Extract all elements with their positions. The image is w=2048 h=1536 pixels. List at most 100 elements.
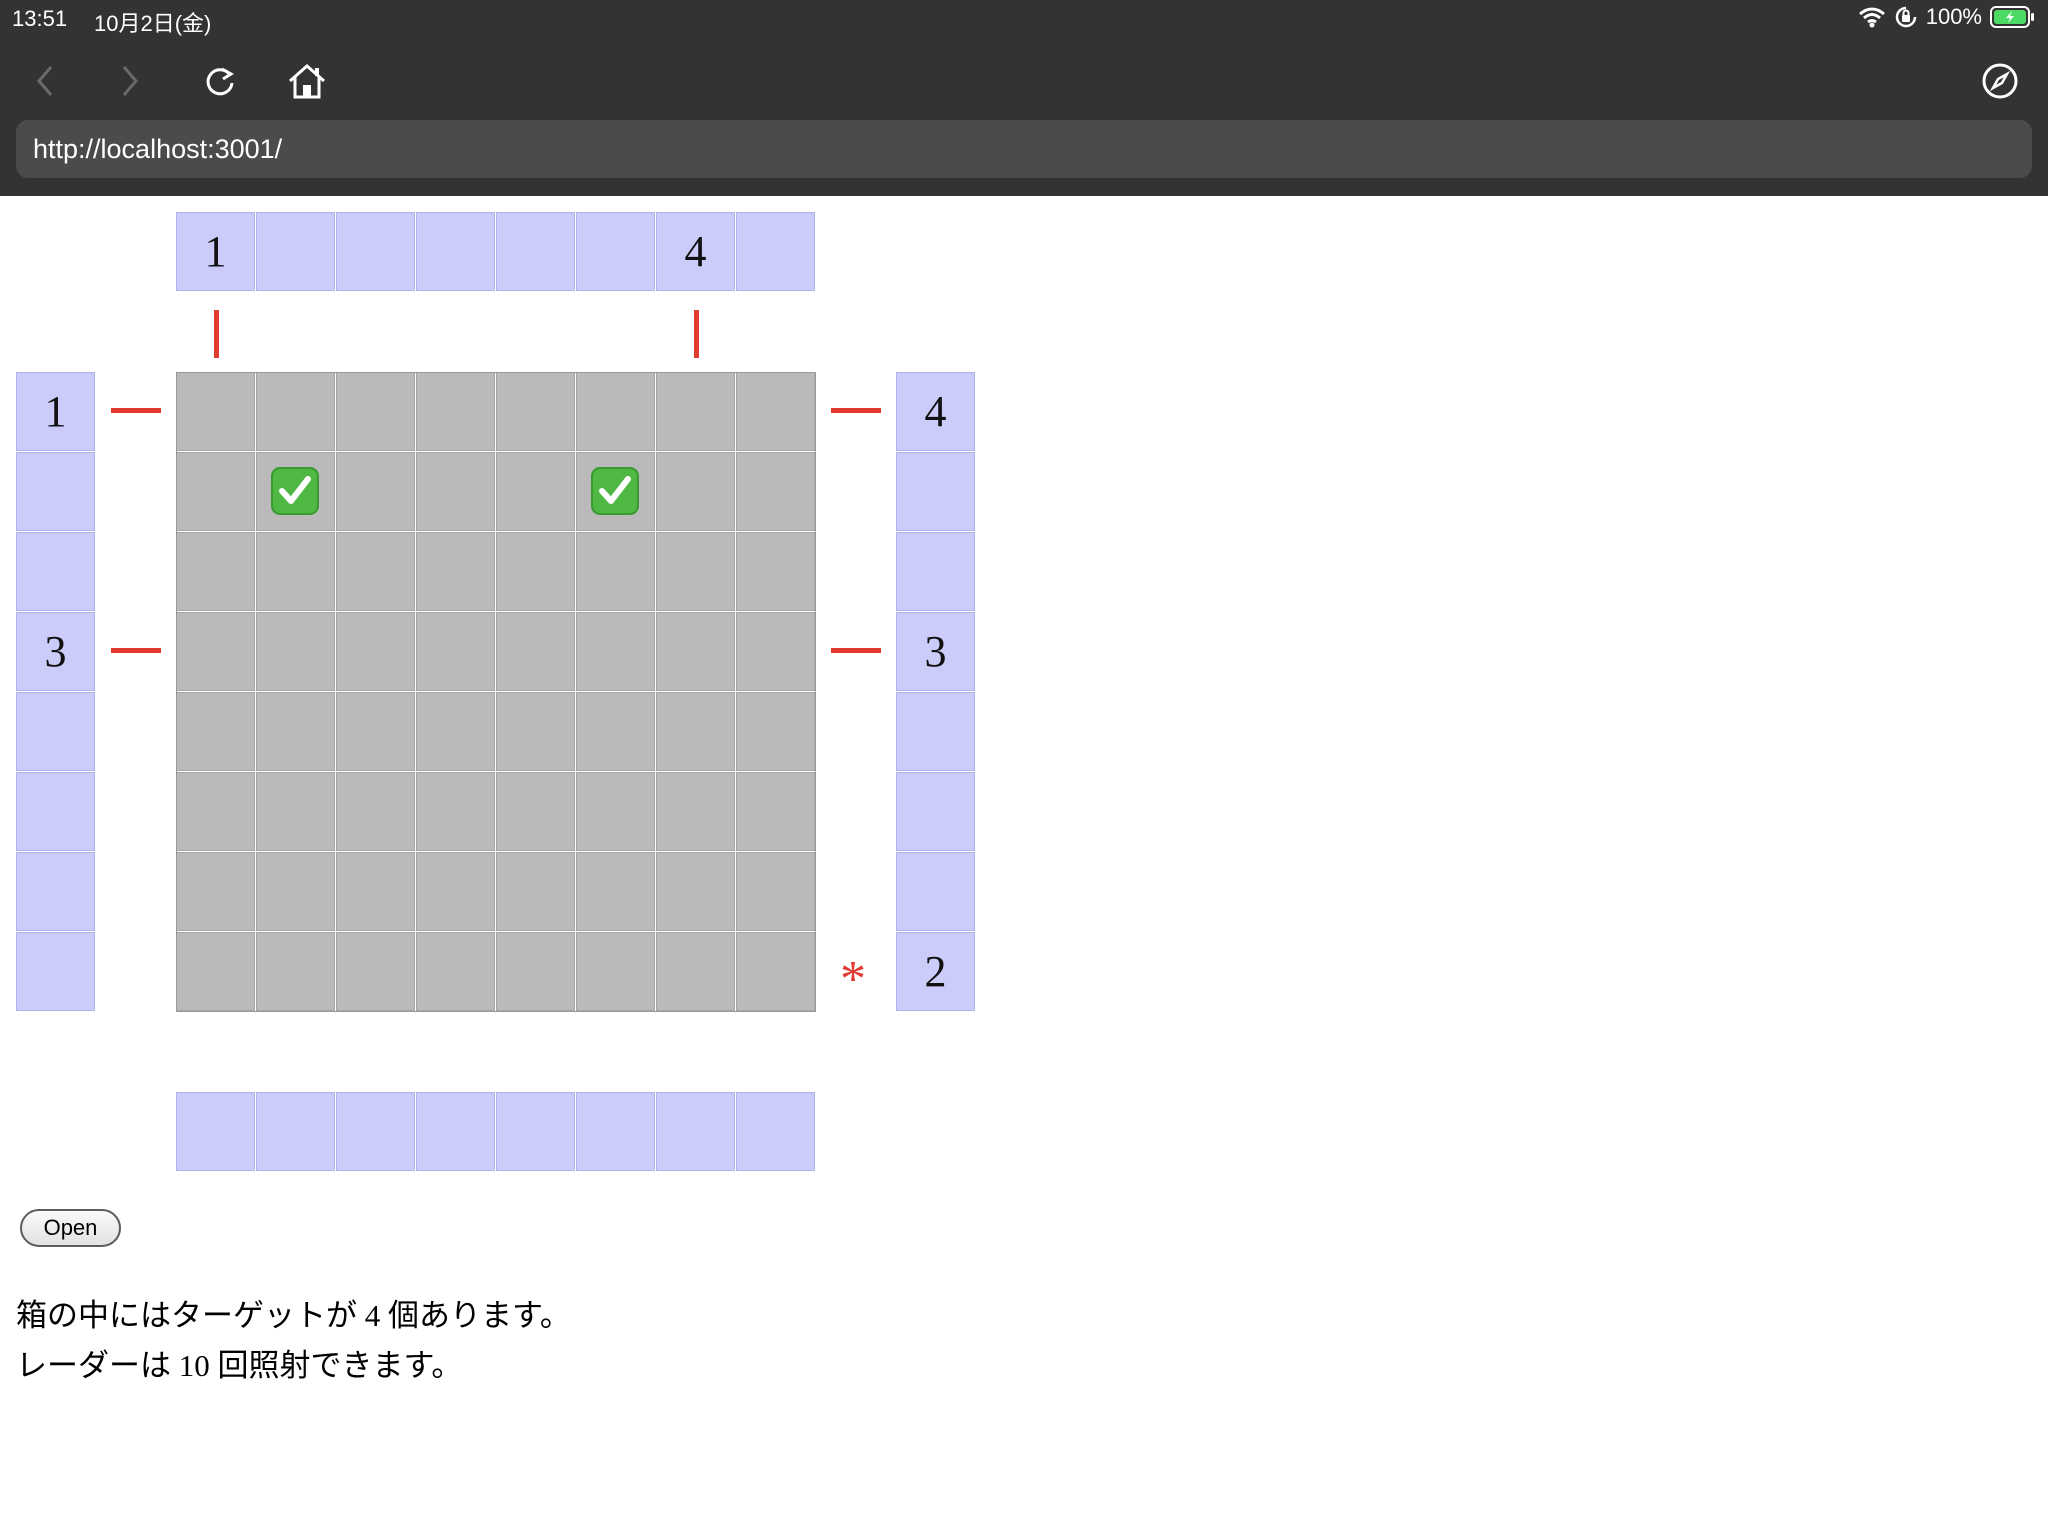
box-cell[interactable] bbox=[336, 612, 415, 691]
box-cell[interactable] bbox=[496, 612, 575, 691]
clue-top[interactable] bbox=[416, 212, 495, 291]
box-cell[interactable] bbox=[736, 772, 815, 851]
box-cell[interactable] bbox=[496, 452, 575, 531]
box-cell[interactable] bbox=[656, 532, 735, 611]
clue-left[interactable]: 1 bbox=[16, 372, 95, 451]
box-cell[interactable] bbox=[416, 372, 495, 451]
clue-top[interactable] bbox=[736, 212, 815, 291]
box-cell[interactable] bbox=[176, 452, 255, 531]
clue-right[interactable] bbox=[896, 692, 975, 771]
clue-right[interactable] bbox=[896, 532, 975, 611]
box-cell[interactable] bbox=[176, 852, 255, 931]
box-cell[interactable] bbox=[576, 932, 655, 1011]
clue-right[interactable] bbox=[896, 852, 975, 931]
clue-bottom[interactable] bbox=[416, 1092, 495, 1171]
home-button[interactable] bbox=[284, 58, 330, 104]
box-cell[interactable] bbox=[176, 532, 255, 611]
box-cell[interactable] bbox=[336, 932, 415, 1011]
box-cell[interactable] bbox=[576, 532, 655, 611]
box-cell[interactable] bbox=[416, 612, 495, 691]
clue-top[interactable]: 4 bbox=[656, 212, 735, 291]
clue-right[interactable]: 4 bbox=[896, 372, 975, 451]
box-cell[interactable] bbox=[496, 692, 575, 771]
box-cell[interactable] bbox=[656, 852, 735, 931]
box-cell[interactable] bbox=[336, 452, 415, 531]
box-cell[interactable] bbox=[256, 692, 335, 771]
box-cell[interactable] bbox=[656, 692, 735, 771]
box-cell[interactable] bbox=[256, 612, 335, 691]
box-cell[interactable] bbox=[736, 932, 815, 1011]
box-cell[interactable] bbox=[736, 372, 815, 451]
box-cell[interactable] bbox=[336, 532, 415, 611]
box-cell[interactable] bbox=[656, 372, 735, 451]
clue-right[interactable] bbox=[896, 772, 975, 851]
box-cell[interactable] bbox=[416, 532, 495, 611]
clue-right[interactable] bbox=[896, 452, 975, 531]
box-cell[interactable] bbox=[416, 692, 495, 771]
clue-left[interactable] bbox=[16, 772, 95, 851]
box-cell[interactable] bbox=[656, 612, 735, 691]
box-cell[interactable] bbox=[496, 532, 575, 611]
compass-button[interactable] bbox=[1977, 58, 2023, 104]
clue-top[interactable] bbox=[576, 212, 655, 291]
box-cell[interactable] bbox=[176, 772, 255, 851]
box-cell[interactable] bbox=[336, 692, 415, 771]
box-cell[interactable] bbox=[576, 452, 655, 531]
box-cell[interactable] bbox=[176, 692, 255, 771]
clue-bottom[interactable] bbox=[256, 1092, 335, 1171]
box-cell[interactable] bbox=[496, 932, 575, 1011]
box-cell[interactable] bbox=[576, 692, 655, 771]
box-cell[interactable] bbox=[736, 612, 815, 691]
box-cell[interactable] bbox=[176, 612, 255, 691]
box-cell[interactable] bbox=[656, 772, 735, 851]
box-cell[interactable] bbox=[416, 932, 495, 1011]
box-cell[interactable] bbox=[256, 772, 335, 851]
box-cell[interactable] bbox=[656, 932, 735, 1011]
clue-left[interactable] bbox=[16, 852, 95, 931]
box-cell[interactable] bbox=[576, 612, 655, 691]
box-cell[interactable] bbox=[256, 532, 335, 611]
clue-top[interactable] bbox=[336, 212, 415, 291]
box-cell[interactable] bbox=[336, 772, 415, 851]
box-cell[interactable] bbox=[416, 852, 495, 931]
clue-left[interactable] bbox=[16, 452, 95, 531]
clue-left[interactable] bbox=[16, 932, 95, 1011]
url-bar[interactable]: http://localhost:3001/ bbox=[16, 120, 2032, 178]
clue-top[interactable] bbox=[256, 212, 335, 291]
box-cell[interactable] bbox=[176, 372, 255, 451]
box-cell[interactable] bbox=[576, 372, 655, 451]
clue-bottom[interactable] bbox=[576, 1092, 655, 1171]
box-cell[interactable] bbox=[496, 372, 575, 451]
reload-button[interactable] bbox=[197, 58, 243, 104]
clue-left[interactable] bbox=[16, 692, 95, 771]
clue-bottom[interactable] bbox=[176, 1092, 255, 1171]
box-cell[interactable] bbox=[256, 852, 335, 931]
box-cell[interactable] bbox=[176, 932, 255, 1011]
clue-top[interactable]: 1 bbox=[176, 212, 255, 291]
clue-bottom[interactable] bbox=[496, 1092, 575, 1171]
box-cell[interactable] bbox=[576, 772, 655, 851]
box-cell[interactable] bbox=[336, 372, 415, 451]
box-cell[interactable] bbox=[736, 532, 815, 611]
box-cell[interactable] bbox=[256, 452, 335, 531]
box-cell[interactable] bbox=[496, 852, 575, 931]
box-cell[interactable] bbox=[336, 852, 415, 931]
clue-bottom[interactable] bbox=[336, 1092, 415, 1171]
box-cell[interactable] bbox=[656, 452, 735, 531]
clue-left[interactable]: 3 bbox=[16, 612, 95, 691]
clue-right[interactable]: 2 bbox=[896, 932, 975, 1011]
box-cell[interactable] bbox=[736, 692, 815, 771]
box-cell[interactable] bbox=[416, 772, 495, 851]
box-cell[interactable] bbox=[576, 852, 655, 931]
forward-button[interactable] bbox=[107, 58, 153, 104]
clue-bottom[interactable] bbox=[736, 1092, 815, 1171]
open-button[interactable]: Open bbox=[20, 1209, 121, 1247]
clue-bottom[interactable] bbox=[656, 1092, 735, 1171]
clue-right[interactable]: 3 bbox=[896, 612, 975, 691]
clue-left[interactable] bbox=[16, 532, 95, 611]
box-cell[interactable] bbox=[256, 932, 335, 1011]
box-cell[interactable] bbox=[496, 772, 575, 851]
back-button[interactable] bbox=[22, 58, 68, 104]
clue-top[interactable] bbox=[496, 212, 575, 291]
box-cell[interactable] bbox=[736, 852, 815, 931]
